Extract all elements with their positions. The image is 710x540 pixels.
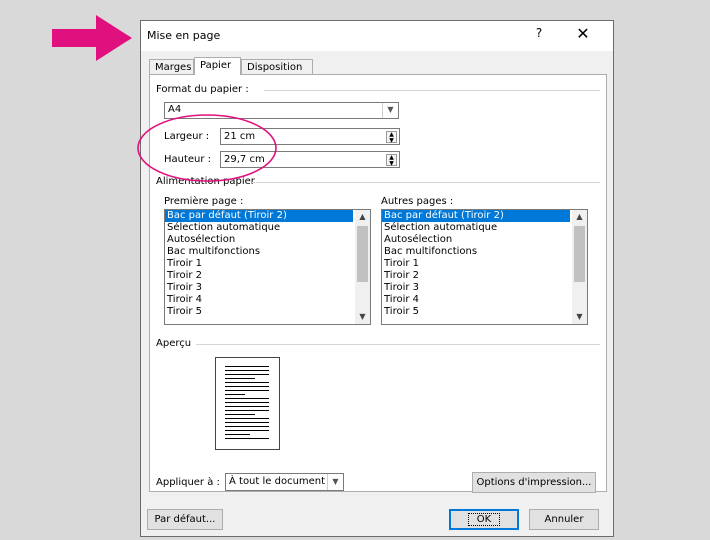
list-item[interactable]: Tiroir 4 bbox=[382, 294, 570, 306]
title-bar: Mise en page ? ✕ bbox=[141, 21, 613, 51]
paper-format-label: Format du papier : bbox=[156, 84, 249, 95]
default-button[interactable]: Par défaut... bbox=[147, 509, 223, 530]
print-options-button[interactable]: Options d'impression... bbox=[472, 472, 596, 493]
list-item[interactable]: Tiroir 5 bbox=[165, 306, 353, 318]
ok-button[interactable]: OK bbox=[449, 509, 519, 530]
apply-to-label: Appliquer à : bbox=[156, 477, 220, 488]
list-item[interactable]: Autosélection bbox=[382, 234, 570, 246]
chevron-down-icon[interactable]: ▼ bbox=[327, 474, 343, 490]
tab-papier[interactable]: Papier bbox=[194, 57, 241, 75]
page-setup-dialog: Mise en page ? ✕ Marges Papier Dispositi… bbox=[140, 20, 614, 537]
ok-label: OK bbox=[467, 513, 501, 526]
scrollbar[interactable]: ▲ ▼ bbox=[355, 210, 370, 324]
list-item[interactable]: Tiroir 2 bbox=[382, 270, 570, 282]
divider bbox=[196, 344, 600, 345]
divider bbox=[252, 182, 600, 183]
scroll-down-icon[interactable]: ▼ bbox=[572, 310, 587, 324]
scrollbar[interactable]: ▲ ▼ bbox=[572, 210, 587, 324]
spin-updown-icon[interactable]: ▲ ▼ bbox=[386, 131, 397, 144]
scroll-thumb[interactable] bbox=[357, 226, 368, 282]
tab-disposition[interactable]: Disposition bbox=[241, 59, 313, 74]
apply-to-value: À tout le document bbox=[229, 476, 326, 487]
list-item[interactable]: Tiroir 5 bbox=[382, 306, 570, 318]
list-item[interactable]: Sélection automatique bbox=[382, 222, 570, 234]
help-button[interactable]: ? bbox=[529, 26, 549, 40]
list-item[interactable]: Tiroir 2 bbox=[165, 270, 353, 282]
list-item[interactable]: Autosélection bbox=[165, 234, 353, 246]
scroll-down-icon[interactable]: ▼ bbox=[355, 310, 370, 324]
divider bbox=[264, 90, 600, 91]
list-item[interactable]: Tiroir 3 bbox=[382, 282, 570, 294]
other-pages-label: Autres pages : bbox=[381, 196, 454, 207]
list-item[interactable]: Bac multifonctions bbox=[382, 246, 570, 258]
cancel-button[interactable]: Annuler bbox=[529, 509, 599, 530]
list-item[interactable]: Tiroir 1 bbox=[165, 258, 353, 270]
list-item[interactable]: Bac par défaut (Tiroir 2) bbox=[165, 210, 353, 222]
dialog-title: Mise en page bbox=[147, 29, 221, 42]
annotation-arrow-icon bbox=[52, 15, 132, 61]
list-item[interactable]: Bac par défaut (Tiroir 2) bbox=[382, 210, 570, 222]
list-item[interactable]: Sélection automatique bbox=[165, 222, 353, 234]
first-page-label: Première page : bbox=[164, 196, 244, 207]
list-item[interactable]: Bac multifonctions bbox=[165, 246, 353, 258]
other-pages-list[interactable]: Bac par défaut (Tiroir 2) Sélection auto… bbox=[381, 209, 588, 325]
apply-to-select[interactable]: À tout le document ▼ bbox=[225, 473, 344, 491]
close-button[interactable]: ✕ bbox=[571, 24, 595, 43]
scroll-up-icon[interactable]: ▲ bbox=[572, 210, 587, 224]
scroll-thumb[interactable] bbox=[574, 226, 585, 282]
list-item[interactable]: Tiroir 1 bbox=[382, 258, 570, 270]
list-item[interactable]: Tiroir 4 bbox=[165, 294, 353, 306]
first-page-list[interactable]: Bac par défaut (Tiroir 2) Sélection auto… bbox=[164, 209, 371, 325]
scroll-up-icon[interactable]: ▲ bbox=[355, 210, 370, 224]
spin-updown-icon[interactable]: ▲ ▼ bbox=[386, 154, 397, 167]
list-item[interactable]: Tiroir 3 bbox=[165, 282, 353, 294]
tab-marges[interactable]: Marges bbox=[149, 59, 194, 74]
annotation-ellipse bbox=[137, 114, 277, 182]
chevron-down-icon[interactable]: ▼ bbox=[382, 103, 398, 118]
page-preview bbox=[215, 357, 280, 450]
preview-label: Aperçu bbox=[156, 338, 192, 349]
